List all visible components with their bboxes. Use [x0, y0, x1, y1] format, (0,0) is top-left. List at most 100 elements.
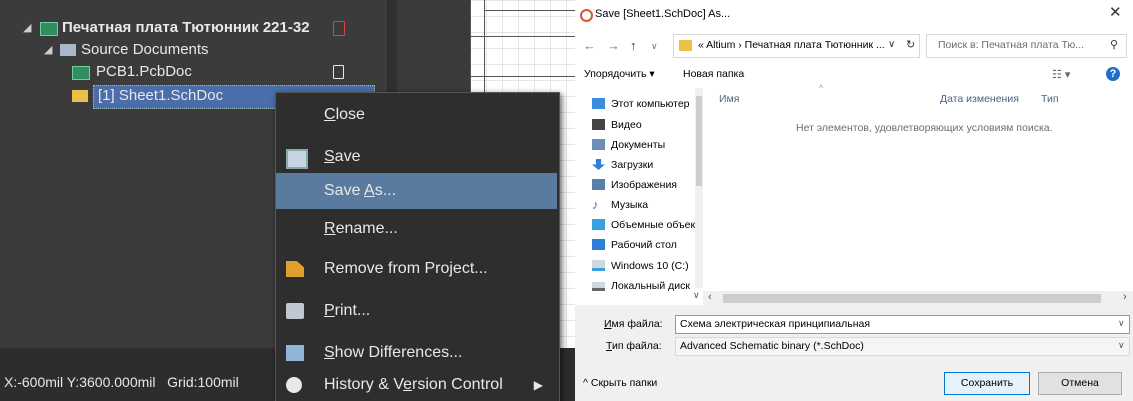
search-input[interactable]: Поиск в: Печатная плата Тю... ⚲ [926, 34, 1127, 58]
chevron-down-icon[interactable]: ∨ [693, 290, 700, 301]
history-clock-icon [286, 377, 302, 393]
file-name-input[interactable]: Схема электрическая принципиальная ∨ [675, 315, 1130, 334]
submenu-arrow-icon: ▶ [533, 378, 543, 392]
menu-item-label: Save As... [324, 182, 397, 199]
status-grid: Grid:100mil [167, 374, 239, 390]
file-type-select[interactable]: Advanced Schematic binary (*.SchDoc) ∨ [675, 337, 1130, 356]
nav-item-label: Загрузки [611, 159, 654, 171]
nav-item-label: Объемные объекты [611, 219, 702, 231]
nav-item-3d-objects[interactable]: Объемные объекты [592, 215, 702, 235]
document-icon [333, 65, 344, 79]
video-icon [592, 119, 605, 130]
navigation-pane: Этот компьютер Видео Документы Загрузки … [575, 88, 703, 303]
nav-item-downloads[interactable]: Загрузки [592, 155, 702, 175]
nav-item-label: Видео [611, 119, 642, 131]
menu-item-label: Close [324, 106, 365, 123]
nav-scrollbar-thumb[interactable] [696, 96, 702, 186]
file-name-label: Имя файла: [604, 318, 663, 330]
column-name[interactable]: Имя [719, 93, 739, 105]
collapse-triangle-icon[interactable]: ◢ [23, 17, 31, 39]
menu-item-print[interactable]: Print... [276, 291, 557, 331]
differences-icon [286, 345, 304, 361]
computer-icon [592, 98, 605, 109]
nav-item-label: Рабочий стол [611, 239, 677, 251]
project-icon [40, 22, 58, 36]
nav-item-drive-c[interactable]: Windows 10 (C:) [592, 256, 702, 276]
nav-item-desktop[interactable]: Рабочий стол [592, 235, 702, 255]
column-date[interactable]: Дата изменения [940, 93, 1019, 105]
collapse-triangle-icon[interactable]: ◢ [44, 39, 52, 61]
nav-item-music[interactable]: ♪ Музыка [592, 195, 702, 215]
menu-item-save[interactable]: Save [276, 137, 557, 177]
menu-item-remove-from-project[interactable]: Remove from Project... [276, 249, 557, 289]
view-options-icon[interactable]: ☷ ▾ [1052, 68, 1070, 81]
chevron-down-icon[interactable]: ∨ [1118, 340, 1125, 351]
nav-item-this-pc[interactable]: Этот компьютер [592, 94, 702, 114]
nav-item-label: Локальный диск [611, 280, 690, 292]
refresh-icon[interactable]: ↻ [906, 38, 915, 51]
pcb-doc-label: PCB1.PcbDoc [96, 63, 192, 80]
column-type[interactable]: Тип [1041, 93, 1059, 105]
nav-item-video[interactable]: Видео [592, 115, 702, 135]
organize-button[interactable]: Упорядочить ▾ [584, 68, 655, 80]
close-button[interactable]: ✕ [1109, 3, 1122, 21]
cancel-button[interactable]: Отмена [1038, 372, 1122, 395]
menu-item-history-version-control[interactable]: History & Version Control ▶ [276, 365, 557, 401]
horizontal-scrollbar-thumb[interactable] [723, 294, 1101, 303]
chevron-right-icon[interactable]: › [1123, 291, 1127, 303]
music-icon: ♪ [592, 197, 599, 212]
save-button[interactable]: Сохранить [944, 372, 1030, 395]
folder-icon [60, 44, 76, 56]
altium-window: ◢ Печатная плата Тютюнник 221-32 ◢ Sourc… [0, 0, 575, 401]
file-name-value: Схема электрическая принципиальная [680, 318, 871, 330]
documents-icon [592, 139, 605, 150]
search-placeholder: Поиск в: Печатная плата Тю... [938, 39, 1085, 51]
help-icon[interactable]: ? [1106, 67, 1120, 81]
drive-icon [592, 282, 605, 291]
hide-folders-button[interactable]: ^ Скрыть папки [583, 377, 657, 389]
nav-item-label: Музыка [611, 199, 649, 211]
up-arrow-icon[interactable]: ↑ [630, 38, 637, 53]
modified-document-icon [333, 21, 345, 36]
forward-arrow-icon[interactable]: → [607, 38, 620, 53]
address-path: « Altium › Печатная плата Тютюнник ... [698, 39, 885, 51]
column-header: Имя Дата изменения Тип [703, 88, 1133, 110]
menu-item-rename[interactable]: Rename... [276, 209, 557, 249]
sch-doc-icon [72, 90, 88, 102]
nav-item-label: Изображения [611, 179, 677, 191]
downloads-icon [592, 159, 605, 170]
search-icon[interactable]: ⚲ [1110, 38, 1118, 51]
nav-item-label: Документы [611, 139, 666, 151]
command-bar: Упорядочить ▾ Новая папка ☷ ▾ ? [575, 62, 1133, 88]
menu-item-close[interactable]: Close [276, 95, 557, 135]
menu-item-save-as[interactable]: Save As... [276, 173, 557, 209]
menu-item-label: Remove from Project... [324, 260, 488, 277]
nav-item-local-disk[interactable]: Локальный диск [592, 276, 702, 296]
tree-folder-row[interactable]: ◢ Source Documents [0, 39, 388, 61]
empty-message: Нет элементов, удовлетворяющих условиям … [796, 122, 1053, 134]
menu-item-label: History & Version Control [324, 376, 503, 393]
chevron-down-icon[interactable]: ∨ [1118, 318, 1125, 329]
menu-item-label: Print... [324, 302, 371, 319]
nav-item-documents[interactable]: Документы [592, 135, 702, 155]
project-label: Печатная плата Тютюнник 221-32 [62, 19, 310, 36]
nav-item-images[interactable]: Изображения [592, 175, 702, 195]
dialog-title: Save [Sheet1.SchDoc] As... [595, 8, 731, 20]
back-arrow-icon[interactable]: ← [583, 38, 596, 53]
remove-folder-icon [286, 261, 304, 277]
chevron-left-icon[interactable]: ‹ [708, 291, 712, 303]
chevron-down-icon[interactable]: ∨ [888, 39, 895, 50]
tree-project-row[interactable]: ◢ Печатная плата Тютюнник 221-32 [0, 17, 388, 39]
new-folder-button[interactable]: Новая папка [683, 68, 744, 80]
menu-item-label: Rename... [324, 220, 398, 237]
tree-pcb-row[interactable]: PCB1.PcbDoc [0, 61, 388, 83]
folder-label: Source Documents [81, 41, 209, 58]
address-bar[interactable]: « Altium › Печатная плата Тютюнник ... ∨… [673, 34, 920, 58]
recent-dropdown-icon[interactable]: ∨ [651, 41, 658, 52]
3d-objects-icon [592, 219, 605, 230]
desktop-icon [592, 239, 605, 250]
pcb-doc-icon [72, 66, 90, 80]
sort-arrow-icon: ^ [819, 83, 824, 93]
sheet-border-line [470, 36, 575, 37]
file-type-value: Advanced Schematic binary (*.SchDoc) [680, 340, 864, 352]
